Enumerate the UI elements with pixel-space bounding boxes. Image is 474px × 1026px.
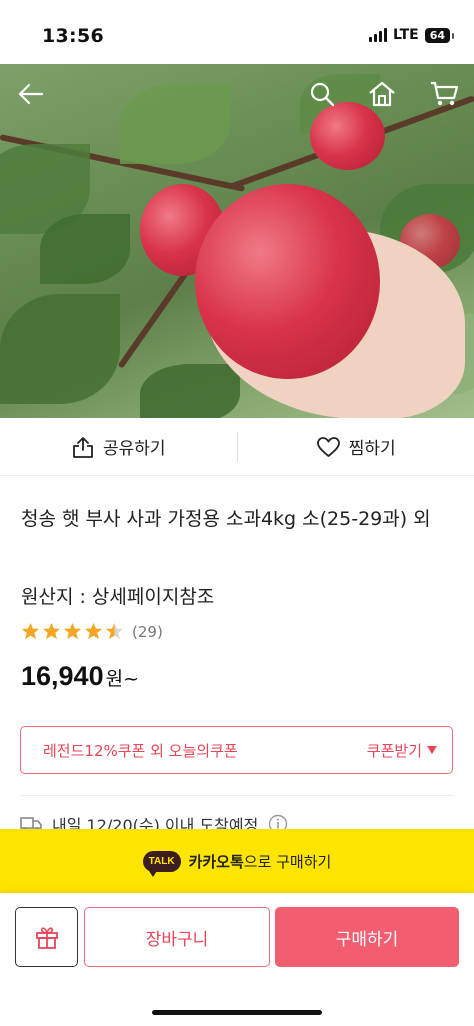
buy-button[interactable]: 구매하기	[275, 907, 459, 967]
kakao-text: 으로 구매하기	[243, 852, 332, 871]
home-indicator	[152, 1010, 322, 1015]
wish-button[interactable]: 찜하기	[238, 418, 474, 475]
half-star-icon	[105, 622, 124, 640]
wish-label: 찜하기	[348, 439, 396, 459]
star-icon	[84, 622, 103, 640]
star-icon	[42, 622, 61, 640]
price: 16,940 원~	[21, 661, 139, 692]
price-unit: 원~	[105, 668, 139, 690]
coupon-get-button[interactable]: 쿠폰받기	[367, 740, 438, 761]
share-label: 공유하기	[102, 439, 166, 459]
network-label: LTE	[392, 27, 419, 43]
action-row: 공유하기 찜하기	[0, 418, 474, 476]
triangle-down-icon	[427, 746, 437, 754]
coupon-get-label: 쿠폰받기	[366, 741, 422, 760]
gift-button[interactable]	[15, 907, 78, 967]
share-icon	[73, 436, 93, 458]
star-icon	[63, 622, 82, 640]
product-origin: 원산지 : 상세페이지참조	[21, 586, 215, 608]
bottom-bar: 장바구니 구매하기	[0, 893, 474, 1026]
product-title: 청송 햇 부사 사과 가정용 소과4kg 소(25-29과) 외	[21, 508, 431, 530]
coupon-banner[interactable]: 레전드12%쿠폰 외 오늘의쿠폰 쿠폰받기	[20, 726, 453, 774]
coupon-text: 레전드12%쿠폰 외 오늘의쿠폰	[43, 741, 238, 760]
status-bar: 13:56 LTE 64	[0, 0, 474, 64]
kakao-talk-icon: TALK	[142, 850, 181, 877]
star-icon	[21, 622, 40, 640]
gift-icon	[35, 927, 58, 949]
battery-icon: 64	[424, 27, 455, 43]
share-button[interactable]: 공유하기	[0, 418, 237, 475]
rating[interactable]: (29)	[21, 622, 163, 641]
kakao-buy-button[interactable]: TALK 카카오톡으로 구매하기	[0, 829, 474, 893]
status-time: 13:56	[42, 25, 104, 47]
home-icon[interactable]	[362, 74, 402, 114]
signal-icon	[368, 28, 387, 42]
price-value: 16,940	[21, 661, 104, 691]
hero-topbar	[0, 64, 474, 124]
kakao-brand: 카카오톡	[188, 852, 244, 871]
kakao-label: 카카오톡으로 구매하기	[189, 851, 332, 872]
back-arrow-icon[interactable]	[10, 74, 50, 114]
divider	[20, 795, 453, 796]
heart-icon	[316, 436, 340, 457]
search-icon[interactable]	[302, 74, 342, 114]
cart-icon[interactable]	[424, 74, 464, 114]
status-indicators: LTE 64	[368, 27, 455, 43]
product-image[interactable]	[0, 64, 474, 418]
review-count: (29)	[132, 622, 163, 641]
add-to-cart-button[interactable]: 장바구니	[84, 907, 270, 967]
